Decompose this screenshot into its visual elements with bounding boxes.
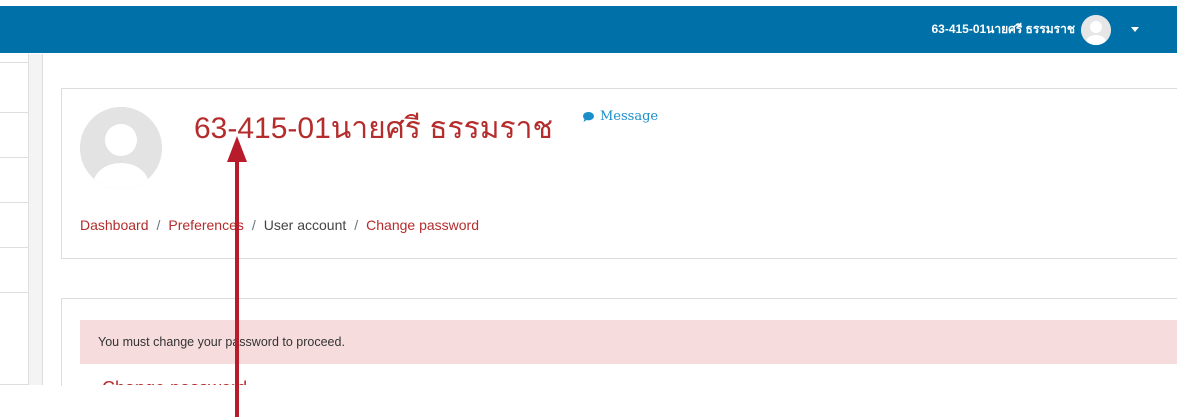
breadcrumb-dashboard[interactable]: Dashboard (80, 217, 149, 233)
bottom-margin (0, 386, 1187, 417)
side-drawer-divider (0, 292, 28, 293)
speech-bubble-icon (583, 111, 594, 122)
profile-avatar[interactable] (80, 107, 162, 189)
breadcrumb-separator: / (354, 217, 359, 233)
breadcrumb-separator: / (156, 217, 161, 233)
breadcrumb: Dashboard / Preferences / User account / Chang… (80, 217, 479, 233)
breadcrumb-user-account: User account (263, 217, 347, 233)
page-title: 63-415-01นายศรี ธรรมราช (194, 112, 553, 145)
section-heading: Change password (102, 377, 247, 385)
message-button[interactable]: Message (583, 109, 658, 124)
side-drawer-divider (0, 247, 28, 248)
user-menu-toggle[interactable]: 63-415-01นายศรี ธรรมราช (931, 6, 1139, 53)
breadcrumb-change-password[interactable]: Change password (366, 217, 479, 233)
caret-down-icon[interactable] (1131, 27, 1139, 32)
top-navbar: 63-415-01นายศรี ธรรมราช (0, 6, 1177, 53)
message-label: Message (600, 109, 659, 124)
alert-text: You must change your password to proceed… (98, 335, 345, 349)
breadcrumb-preferences[interactable]: Preferences (168, 217, 243, 233)
side-drawer-divider (0, 157, 28, 158)
side-drawer (0, 54, 43, 385)
page-header-card: 63-415-01นายศรี ธรรมราช Message Dashboar… (61, 88, 1187, 259)
change-password-heading: Change password (102, 377, 247, 385)
side-drawer-divider (0, 112, 28, 113)
user-avatar-icon[interactable] (1081, 14, 1111, 45)
breadcrumb-separator: / (251, 217, 256, 233)
side-drawer-list (0, 54, 29, 385)
default-user-icon (80, 107, 162, 189)
password-change-alert: You must change your password to proceed… (80, 320, 1187, 364)
right-margin (1177, 0, 1187, 417)
navbar-user-name: 63-415-01นายศรี ธรรมราช (931, 22, 1075, 36)
side-drawer-divider (0, 62, 28, 63)
side-drawer-divider (0, 384, 28, 385)
side-drawer-divider (0, 202, 28, 203)
